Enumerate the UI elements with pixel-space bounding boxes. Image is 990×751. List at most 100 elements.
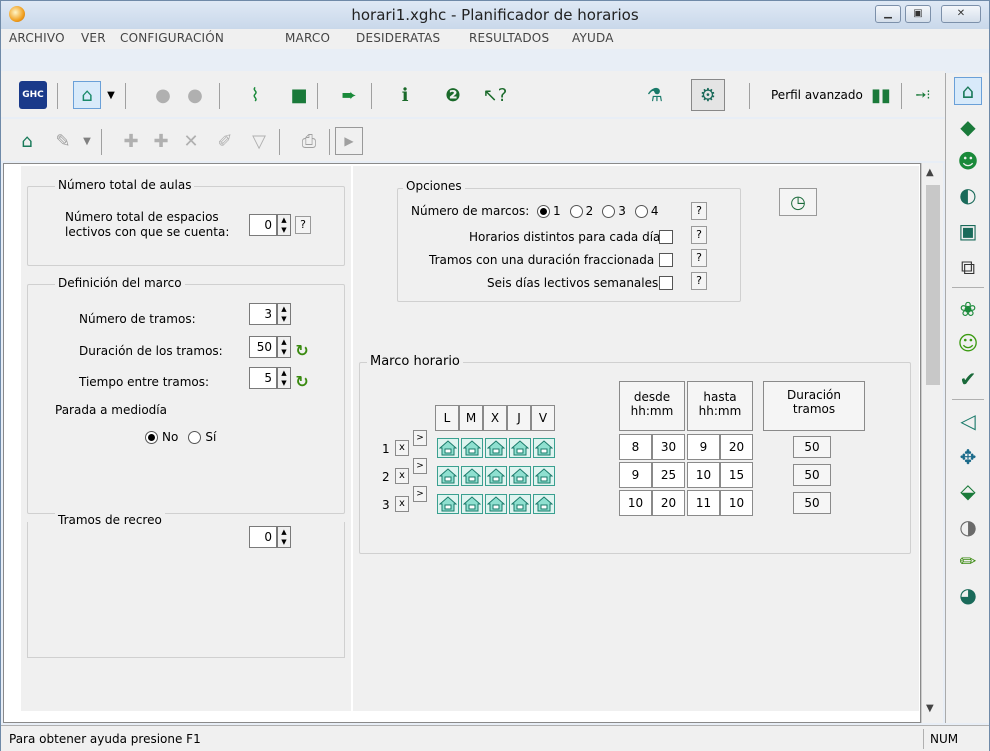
day-slot-house-icon[interactable] bbox=[533, 438, 555, 458]
menu-ayuda[interactable]: AYUDA bbox=[572, 31, 614, 45]
day-slot-house-icon[interactable] bbox=[509, 494, 531, 514]
aulas-spinner[interactable]: ▲ ▼ bbox=[277, 214, 291, 236]
sidebar-check-icon[interactable]: ✔ bbox=[954, 365, 982, 393]
day-slot-house-icon[interactable] bbox=[437, 438, 459, 458]
menu-resultados[interactable]: RESULTADOS bbox=[469, 31, 549, 45]
menu-desideratas[interactable]: DESIDERATAS bbox=[356, 31, 440, 45]
seis-dias-checkbox[interactable] bbox=[659, 276, 673, 290]
save-disk-icon[interactable]: ■ bbox=[285, 81, 313, 109]
sidebar-profile-icon[interactable]: ◑ bbox=[954, 513, 982, 541]
day-slot-house-icon[interactable] bbox=[533, 466, 555, 486]
help-question-icon[interactable]: ❷ bbox=[439, 81, 467, 109]
sidebar-triangle-icon[interactable]: ◁ bbox=[954, 407, 982, 435]
desde-min-cell[interactable]: 30 bbox=[652, 434, 685, 460]
users-config-icon[interactable]: ⚙ bbox=[691, 79, 725, 111]
marco-2-radio[interactable] bbox=[569, 204, 583, 218]
seis-dias-help-button[interactable]: ? bbox=[691, 272, 707, 290]
row-next-button[interactable]: > bbox=[413, 430, 427, 446]
day-slot-house-icon[interactable] bbox=[437, 494, 459, 514]
hasta-hour-cell[interactable]: 11 bbox=[687, 490, 720, 516]
minimize-button[interactable]: ▁ bbox=[875, 5, 901, 23]
num-tramos-input[interactable]: 3 bbox=[249, 303, 277, 325]
books-icon[interactable]: ▮▮ bbox=[867, 81, 895, 109]
scroll-up-icon[interactable]: ▲ bbox=[926, 167, 934, 178]
menu-configuracion[interactable]: CONFIGURACIÓN bbox=[120, 31, 224, 45]
desde-hour-cell[interactable]: 10 bbox=[619, 490, 652, 516]
export-arrow-icon[interactable]: ➨ bbox=[335, 81, 363, 109]
hasta-hour-cell[interactable]: 9 bbox=[687, 434, 720, 460]
distintos-help-button[interactable]: ? bbox=[691, 226, 707, 244]
menu-ver[interactable]: VER bbox=[81, 31, 106, 45]
row-delete-button[interactable]: x bbox=[395, 468, 409, 484]
ghc-logo-button[interactable]: GHC bbox=[19, 81, 47, 109]
hasta-min-cell[interactable]: 10 bbox=[720, 490, 753, 516]
edit-house-icon[interactable]: ⌂ bbox=[13, 127, 41, 155]
scroll-thumb[interactable] bbox=[926, 185, 940, 385]
close-button[interactable]: ✕ bbox=[941, 5, 981, 23]
sidebar-people-icon[interactable]: ☻ bbox=[954, 147, 982, 175]
day-slot-house-icon[interactable] bbox=[485, 466, 507, 486]
day-slot-house-icon[interactable] bbox=[461, 438, 483, 458]
tiempo-refresh-icon[interactable]: ↻ bbox=[293, 373, 311, 391]
hasta-min-cell[interactable]: 20 bbox=[720, 434, 753, 460]
marcos-help-button[interactable]: ? bbox=[691, 202, 707, 220]
day-slot-house-icon[interactable] bbox=[437, 466, 459, 486]
home-button[interactable]: ⌂ bbox=[73, 81, 101, 109]
num-tramos-spinner[interactable]: ▲ ▼ bbox=[277, 303, 291, 325]
sidebar-windows-icon[interactable]: ⧉ bbox=[954, 253, 982, 281]
menu-marco[interactable]: MARCO bbox=[285, 31, 330, 45]
row-next-button[interactable]: > bbox=[413, 458, 427, 474]
fraccionada-help-button[interactable]: ? bbox=[691, 249, 707, 267]
sidebar-eraser-icon[interactable]: ⬙ bbox=[954, 477, 982, 505]
aulas-input[interactable]: 0 bbox=[249, 214, 277, 236]
row-delete-button[interactable]: x bbox=[395, 496, 409, 512]
tiempo-spinner[interactable]: ▲ ▼ bbox=[277, 367, 291, 389]
hasta-min-cell[interactable]: 15 bbox=[720, 462, 753, 488]
aulas-help-button[interactable]: ? bbox=[295, 216, 311, 234]
desde-min-cell[interactable]: 25 bbox=[652, 462, 685, 488]
duracion-input[interactable]: 50 bbox=[249, 336, 277, 358]
wand-tool-icon[interactable]: ⚗ bbox=[641, 81, 669, 109]
day-slot-house-icon[interactable] bbox=[485, 494, 507, 514]
sidebar-pencil-icon[interactable]: ✏ bbox=[954, 547, 982, 575]
duracion-cell[interactable]: 50 bbox=[793, 464, 831, 486]
day-slot-house-icon[interactable] bbox=[533, 494, 555, 514]
parada-si-radio[interactable] bbox=[188, 430, 202, 444]
duracion-cell[interactable]: 50 bbox=[793, 436, 831, 458]
menu-archivo[interactable]: ARCHIVO bbox=[9, 31, 65, 45]
desde-hour-cell[interactable]: 9 bbox=[619, 462, 652, 488]
duracion-spinner[interactable]: ▲ ▼ bbox=[277, 336, 291, 358]
marco-1-radio[interactable] bbox=[537, 204, 550, 218]
home-dropdown-chevron-icon[interactable]: ▼ bbox=[103, 81, 119, 109]
day-slot-house-icon[interactable] bbox=[509, 466, 531, 486]
vertical-scrollbar[interactable]: ▲ ▼ bbox=[921, 163, 943, 723]
marco-4-radio[interactable] bbox=[634, 204, 648, 218]
sidebar-move-icon[interactable]: ✥ bbox=[954, 443, 982, 471]
sidebar-group-icon[interactable]: ❀ bbox=[954, 295, 982, 323]
day-slot-house-icon[interactable] bbox=[461, 466, 483, 486]
row-delete-button[interactable]: x bbox=[395, 440, 409, 456]
sidebar-book-icon[interactable]: ◆ bbox=[954, 113, 982, 141]
attach-clip-icon[interactable]: ⌇ bbox=[241, 81, 269, 109]
profile-switch-icon[interactable]: ➙⁝ bbox=[909, 81, 937, 109]
info-icon[interactable]: ℹ bbox=[391, 81, 419, 109]
sidebar-home-icon[interactable]: ⌂ bbox=[954, 77, 982, 105]
title-bar[interactable]: horari1.xghc - Planificador de horarios … bbox=[1, 1, 989, 29]
hasta-hour-cell[interactable]: 10 bbox=[687, 462, 720, 488]
maximize-button[interactable]: ▣ bbox=[905, 5, 931, 23]
sidebar-teacher-icon[interactable]: ◐ bbox=[954, 181, 982, 209]
duracion-cell[interactable]: 50 bbox=[793, 492, 831, 514]
parada-no-radio[interactable] bbox=[145, 430, 158, 444]
sidebar-teacher-edit-icon[interactable]: ◕ bbox=[954, 581, 982, 609]
scroll-down-icon[interactable]: ▼ bbox=[926, 703, 934, 714]
marco-3-radio[interactable] bbox=[602, 204, 616, 218]
day-slot-house-icon[interactable] bbox=[509, 438, 531, 458]
desde-hour-cell[interactable]: 8 bbox=[619, 434, 652, 460]
distintos-checkbox[interactable] bbox=[659, 230, 673, 244]
fraccionada-checkbox[interactable] bbox=[659, 253, 673, 267]
day-slot-house-icon[interactable] bbox=[461, 494, 483, 514]
row-next-button[interactable]: > bbox=[413, 486, 427, 502]
day-slot-house-icon[interactable] bbox=[485, 438, 507, 458]
sidebar-board-icon[interactable]: ▣ bbox=[954, 217, 982, 245]
preview-clock-button[interactable]: ◷ bbox=[779, 188, 817, 216]
